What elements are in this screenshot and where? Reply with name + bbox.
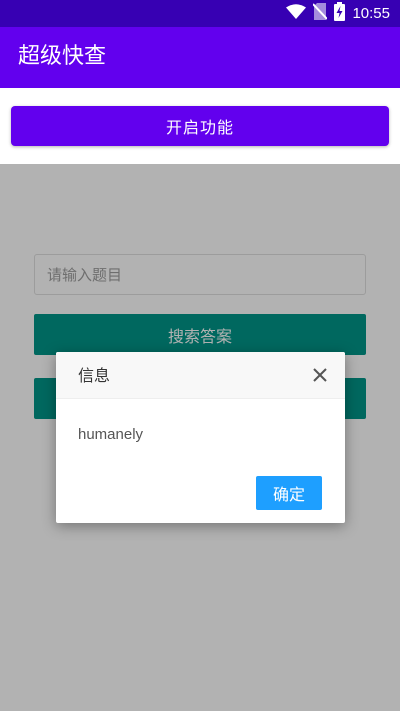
close-icon[interactable] xyxy=(311,366,329,384)
dialog-header: 信息 xyxy=(56,352,345,399)
status-bar: 10:55 xyxy=(0,0,400,27)
status-time: 10:55 xyxy=(352,5,390,22)
battery-charging-icon xyxy=(334,2,346,25)
status-icons: 10:55 xyxy=(286,2,390,25)
top-panel: 开启功能 xyxy=(0,88,400,164)
wifi-icon xyxy=(286,3,307,24)
dialog-title: 信息 xyxy=(78,366,111,385)
enable-feature-button[interactable]: 开启功能 xyxy=(11,106,389,146)
app-bar: 超级快查 xyxy=(0,27,400,88)
dialog-message: humanely xyxy=(78,426,144,443)
no-sim-icon xyxy=(312,3,329,24)
info-dialog: 信息 humanely 确定 xyxy=(56,352,345,523)
dialog-ok-button[interactable]: 确定 xyxy=(256,476,322,510)
app-title: 超级快查 xyxy=(18,44,107,69)
